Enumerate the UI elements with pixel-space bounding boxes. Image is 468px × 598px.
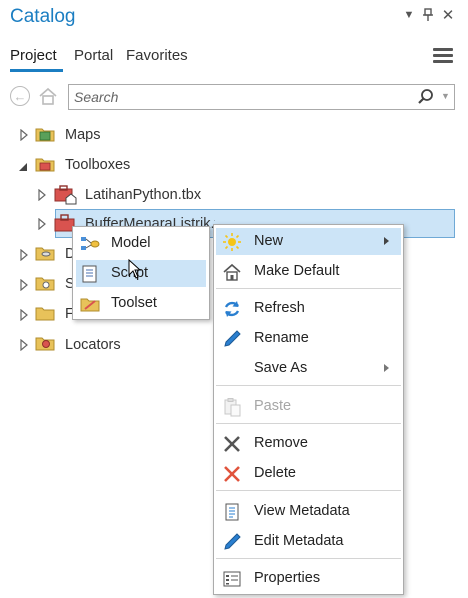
options-dropdown-icon[interactable]: ▼ bbox=[402, 8, 416, 22]
refresh-icon bbox=[222, 299, 242, 319]
home-icon[interactable] bbox=[37, 86, 59, 106]
search-icon[interactable] bbox=[417, 88, 435, 106]
menu-item-edit-metadata[interactable]: Edit Metadata bbox=[216, 528, 401, 555]
menu-separator bbox=[216, 385, 401, 386]
menu-separator bbox=[216, 490, 401, 491]
tree-item-maps[interactable]: Maps bbox=[65, 127, 100, 143]
tab-favorites[interactable]: Favorites bbox=[126, 47, 188, 64]
menu-item-refresh[interactable]: Refresh bbox=[216, 295, 401, 322]
menu-item-label: Remove bbox=[254, 435, 308, 451]
expand-arrow-icon[interactable] bbox=[19, 308, 29, 324]
databases-folder-icon bbox=[35, 245, 55, 264]
tree-item-locators[interactable]: Locators bbox=[65, 337, 121, 353]
menu-item-toolset[interactable]: Toolset bbox=[76, 290, 206, 317]
script-icon bbox=[80, 265, 100, 283]
pencil-icon bbox=[222, 532, 242, 552]
menu-item-label: Refresh bbox=[254, 300, 305, 316]
menu-separator bbox=[216, 558, 401, 559]
pin-icon[interactable] bbox=[421, 8, 435, 22]
menu-item-paste[interactable]: Paste bbox=[216, 393, 401, 420]
toolboxes-folder-icon bbox=[35, 156, 55, 175]
menu-item-label: New bbox=[254, 233, 284, 249]
submenu-arrow-icon bbox=[384, 237, 389, 245]
menu-item-remove[interactable]: Remove bbox=[216, 430, 401, 457]
active-tab-indicator bbox=[10, 69, 63, 72]
remove-x-icon bbox=[222, 434, 242, 454]
menu-item-model[interactable]: Model bbox=[76, 230, 206, 257]
document-icon bbox=[222, 502, 242, 522]
menu-item-make-default[interactable]: Make Default bbox=[216, 258, 401, 285]
expand-arrow-icon[interactable] bbox=[19, 278, 29, 294]
menu-item-label: Edit Metadata bbox=[254, 533, 344, 549]
maps-folder-icon bbox=[35, 126, 55, 145]
menu-item-label: View Metadata bbox=[254, 503, 350, 519]
menu-item-label: Properties bbox=[254, 570, 321, 586]
search-input[interactable] bbox=[74, 89, 404, 105]
home-icon bbox=[222, 262, 242, 282]
pencil-icon bbox=[222, 329, 242, 349]
menu-separator bbox=[216, 423, 401, 424]
model-icon bbox=[80, 235, 100, 253]
close-icon[interactable]: ✕ bbox=[441, 7, 455, 24]
menu-item-rename[interactable]: Rename bbox=[216, 325, 401, 352]
tree-item-toolboxes[interactable]: Toolboxes bbox=[65, 157, 130, 173]
expand-arrow-icon[interactable] bbox=[19, 128, 29, 144]
submenu-arrow-icon bbox=[384, 364, 389, 372]
tree-item-latihanpython[interactable]: LatihanPython.tbx bbox=[85, 187, 201, 203]
menu-separator bbox=[216, 288, 401, 289]
menu-item-label: Make Default bbox=[254, 263, 340, 279]
search-box: ▼ bbox=[68, 84, 455, 110]
toolbox-default-icon bbox=[54, 185, 78, 208]
mouse-cursor-icon bbox=[128, 258, 142, 282]
menu-item-new[interactable]: New bbox=[216, 228, 401, 255]
expand-arrow-icon[interactable] bbox=[37, 188, 47, 204]
menu-item-label: Model bbox=[111, 235, 151, 251]
back-arrow-icon[interactable]: ← bbox=[10, 86, 30, 106]
menu-item-view-metadata[interactable]: View Metadata bbox=[216, 498, 401, 525]
delete-x-icon bbox=[222, 464, 242, 484]
menu-item-delete[interactable]: Delete bbox=[216, 460, 401, 487]
menu-item-label: Save As bbox=[254, 360, 308, 376]
expand-arrow-icon[interactable] bbox=[19, 338, 29, 354]
menu-item-save-as[interactable]: Save As bbox=[216, 355, 401, 382]
paste-icon bbox=[222, 397, 242, 417]
servers-folder-icon bbox=[35, 275, 55, 294]
hamburger-menu-icon[interactable] bbox=[433, 48, 453, 64]
tab-portal[interactable]: Portal bbox=[74, 47, 113, 64]
menu-item-label: Toolset bbox=[111, 295, 157, 311]
context-menu: New Make Default Refresh Rename Save As … bbox=[213, 224, 404, 595]
panel-title: Catalog bbox=[10, 6, 76, 27]
properties-icon bbox=[222, 569, 242, 589]
expand-arrow-icon[interactable] bbox=[37, 217, 47, 233]
collapse-arrow-icon[interactable] bbox=[17, 159, 28, 175]
menu-item-label: Delete bbox=[254, 465, 296, 481]
folders-folder-icon bbox=[35, 305, 55, 324]
menu-item-label: Rename bbox=[254, 330, 309, 346]
new-sparkle-icon bbox=[222, 232, 242, 252]
locators-folder-icon bbox=[35, 335, 55, 354]
toolset-icon bbox=[80, 295, 100, 313]
search-options-chevron-icon[interactable]: ▼ bbox=[441, 91, 450, 101]
menu-item-properties[interactable]: Properties bbox=[216, 565, 401, 592]
expand-arrow-icon[interactable] bbox=[19, 248, 29, 264]
menu-item-label: Paste bbox=[254, 398, 292, 414]
tab-project[interactable]: Project bbox=[10, 47, 57, 64]
